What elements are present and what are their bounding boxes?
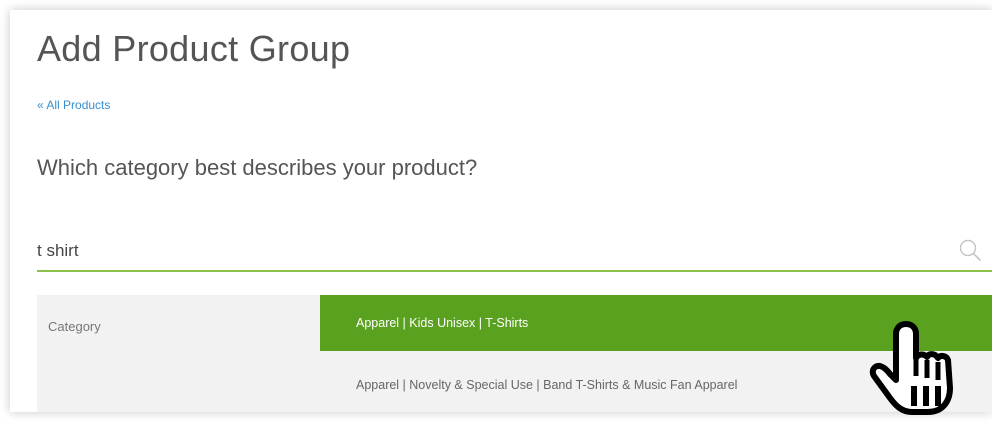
page-title: Add Product Group [37,28,351,69]
category-options-list: Apparel | Kids Unisex | T-Shirts Apparel… [320,295,992,412]
category-results: Category Apparel | Kids Unisex | T-Shirt… [37,295,992,412]
category-option-selected[interactable]: Apparel | Kids Unisex | T-Shirts [320,295,992,351]
category-search-input[interactable] [37,238,937,264]
add-product-group-panel: Add Product Group « All Products Which c… [10,10,992,412]
search-icon[interactable] [958,238,982,262]
category-search-bar [37,230,992,272]
all-products-link[interactable]: « All Products [37,98,110,112]
category-option[interactable]: Apparel | Novelty & Special Use | Band T… [320,357,992,412]
category-column: Category [37,295,320,412]
category-label: Category [48,319,101,334]
category-question: Which category best describes your produ… [37,155,478,180]
